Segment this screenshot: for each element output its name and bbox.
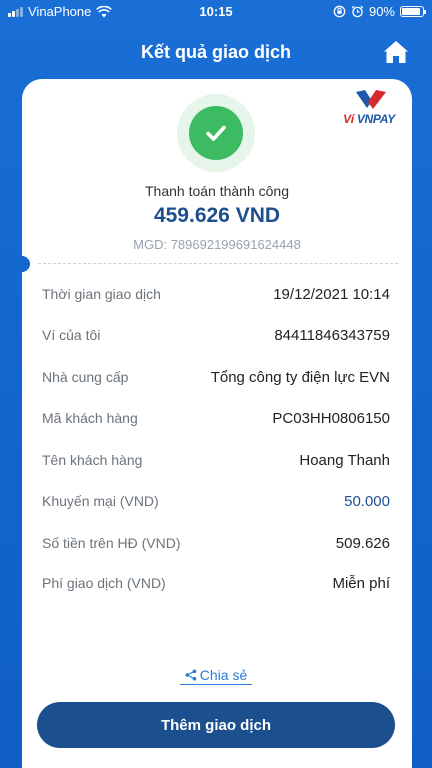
detail-value: PC03HH0806150 [272, 409, 390, 427]
detail-row-time: Thời gian giao dịch 19/12/2021 10:14 [42, 283, 390, 305]
battery-icon [400, 6, 426, 17]
add-transaction-button[interactable]: Thêm giao dịch [37, 702, 395, 748]
detail-value: 84411846343759 [274, 326, 390, 344]
share-icon [185, 669, 197, 680]
success-badge [177, 94, 255, 172]
status-bar-right: 90% [333, 4, 426, 19]
receipt-divider [38, 263, 398, 264]
detail-label: Mã khách hàng [42, 410, 138, 426]
vnpay-logo-mark [356, 90, 386, 109]
detail-row-customer-code: Mã khách hàng PC03HH0806150 [42, 407, 390, 429]
detail-value: Miễn phí [332, 574, 390, 592]
transaction-code: MGD: 789692199691624448 [133, 237, 301, 252]
share-label: Chia sẻ [199, 666, 248, 683]
lock-rotation-icon [333, 5, 346, 18]
detail-value: 509.626 [335, 534, 390, 552]
success-circle [189, 106, 243, 160]
detail-row-bill-amount: Số tiền trên HĐ (VND) 509.626 [42, 532, 390, 554]
detail-value: Tổng công ty điện lực EVN [210, 368, 390, 386]
detail-label: Ví của tôi [42, 327, 101, 343]
status-bar: VinaPhone 10:15 90% [0, 0, 432, 24]
detail-row-customer-name: Tên khách hàng Hoang Thanh [42, 449, 390, 471]
detail-label: Số tiền trên HĐ (VND) [42, 535, 181, 551]
home-icon [384, 41, 408, 63]
check-icon [206, 125, 226, 141]
detail-value: 50.000 [344, 492, 390, 510]
home-button[interactable] [382, 38, 410, 66]
detail-label: Nhà cung cấp [42, 369, 129, 385]
share-link[interactable]: Chia sẻ [180, 665, 252, 685]
detail-row-provider: Nhà cung cấp Tổng công ty điện lực EVN [42, 366, 390, 388]
alarm-icon [351, 5, 364, 18]
detail-row-fee: Phí giao dịch (VND) Miễn phí [42, 572, 390, 594]
receipt-notch-left [14, 256, 30, 272]
detail-row-wallet: Ví của tôi 84411846343759 [42, 324, 390, 346]
receipt-notch-right [414, 256, 430, 272]
battery-percent: 90% [368, 4, 395, 19]
battery-fill [402, 8, 420, 15]
payment-status: Thanh toán thành công [144, 183, 289, 199]
vnpay-logo: Ví VNPAY [340, 88, 398, 132]
detail-label: Thời gian giao dịch [42, 286, 161, 302]
detail-label: Tên khách hàng [42, 452, 143, 468]
detail-value: Hoang Thanh [299, 451, 390, 469]
payment-amount: 459.626 VND [153, 204, 281, 227]
detail-row-promotion: Khuyến mại (VND) 50.000 [42, 490, 390, 512]
detail-value: 19/12/2021 10:14 [273, 285, 390, 303]
page-title: Kết quả giao dịch [140, 42, 291, 62]
detail-label: Khuyến mại (VND) [42, 493, 159, 509]
vnpay-logo-text: Ví VNPAY [343, 112, 395, 126]
detail-label: Phí giao dịch (VND) [42, 575, 166, 591]
